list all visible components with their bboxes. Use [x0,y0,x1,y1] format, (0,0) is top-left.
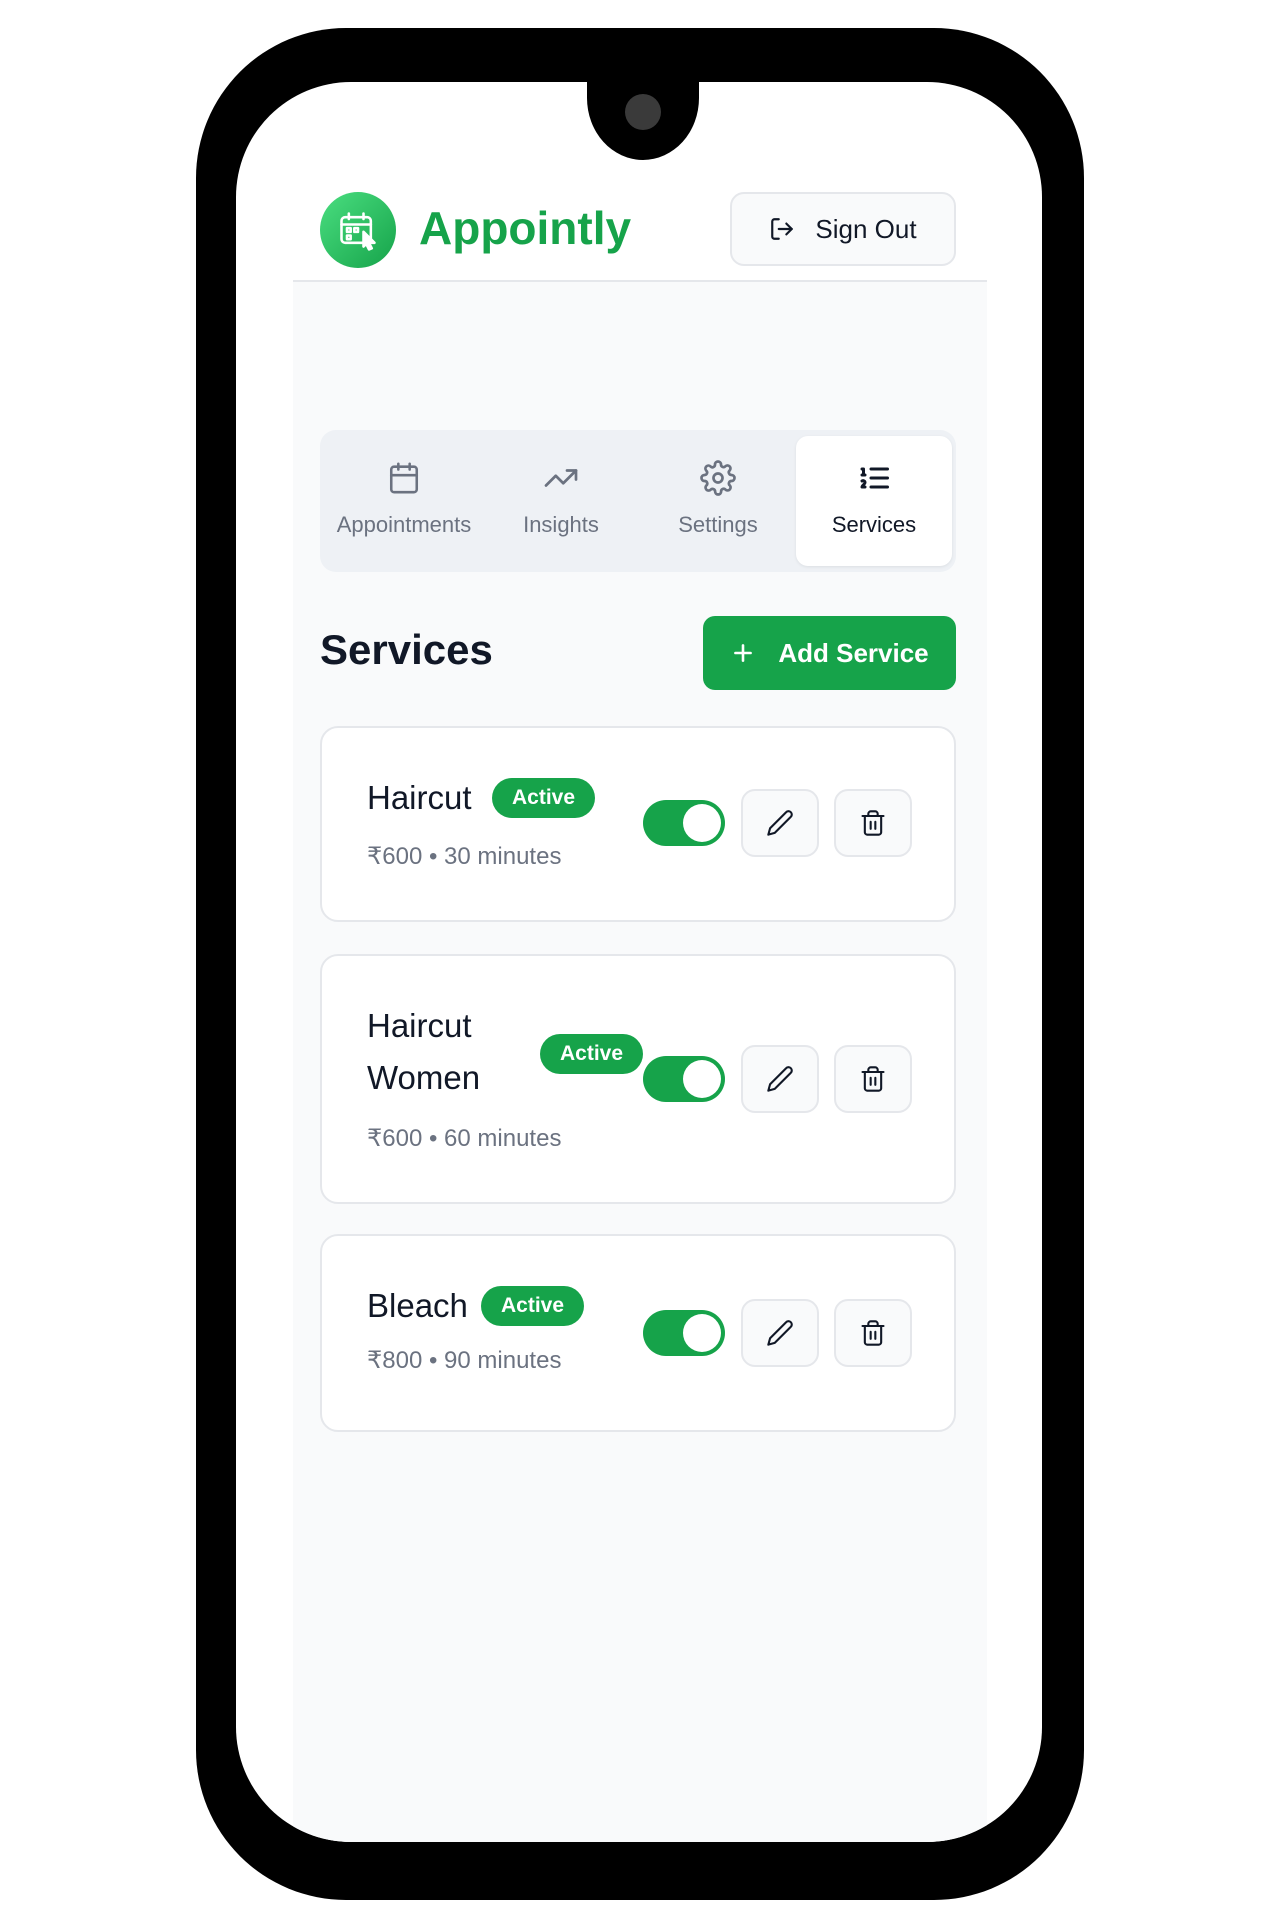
app-container: Appointly Sign Out Appointments Insights… [293,158,987,1842]
toggle-knob [683,1314,721,1352]
tab-label: Services [831,512,917,537]
app-header: Appointly Sign Out [293,158,987,282]
service-meta: ₹600 • 30 minutes [367,843,562,870]
list-ordered-icon [860,467,889,489]
service-card: Bleach Active ₹800 • 90 minutes [320,1234,956,1432]
edit-button[interactable] [741,1045,819,1113]
tab-services[interactable]: Services [796,436,952,566]
trash-icon [861,1320,885,1346]
edit-button[interactable] [741,1299,819,1367]
sign-out-button[interactable]: Sign Out [730,192,956,266]
edit-button[interactable] [741,789,819,857]
plus-icon [734,644,753,662]
service-toggle[interactable] [643,800,725,846]
tab-label: Appointments [336,512,472,537]
camera-notch [587,82,699,160]
delete-button[interactable] [834,789,912,857]
logout-icon [771,218,794,240]
trash-icon [861,810,885,836]
logo [320,192,396,268]
phone-screen: Appointly Sign Out Appointments Insights… [236,82,1042,1842]
page-title: Services [320,626,493,673]
gear-icon [700,460,736,496]
tab-label: Insights [523,512,599,537]
service-toggle[interactable] [643,1310,725,1356]
service-meta: ₹800 • 90 minutes [367,1347,562,1374]
tab-appointments[interactable]: Appointments [326,436,482,566]
calendar-cursor-icon [340,212,376,251]
tab-settings[interactable]: Settings [640,436,796,566]
trash-icon [861,1066,885,1092]
tab-label: Settings [678,512,758,537]
pencil-icon [767,1320,793,1346]
pencil-icon [767,810,793,836]
tab-bar: Appointments Insights Settings Services [320,430,956,572]
service-card: Haircut Active ₹600 • 30 minutes [320,726,956,922]
tab-insights[interactable]: Insights [483,436,639,566]
add-service-button[interactable]: Add Service [703,616,956,690]
sign-out-label: Sign Out [815,213,917,244]
service-toggle[interactable] [643,1056,725,1102]
service-name: Haircut [367,779,472,816]
service-name-line1: Haircut [367,1007,472,1044]
delete-button[interactable] [834,1299,912,1367]
service-card: Haircut Women Active ₹600 • 60 minutes [320,954,956,1204]
status-badge: Active [540,1034,644,1074]
service-name-line2: Women [367,1059,481,1096]
service-name: Bleach [367,1287,468,1324]
toggle-knob [683,804,721,842]
phone-frame: Appointly Sign Out Appointments Insights… [196,28,1084,1900]
app-title: Appointly [419,202,632,254]
calendar-icon [389,462,419,494]
pencil-icon [767,1066,793,1092]
camera-icon [625,94,661,130]
add-service-label: Add Service [778,637,929,668]
status-badge: Active [492,778,596,818]
status-badge: Active [481,1286,585,1326]
toggle-knob [683,1060,721,1098]
trending-up-icon [544,469,578,487]
delete-button[interactable] [834,1045,912,1113]
service-meta: ₹600 • 60 minutes [367,1125,562,1152]
